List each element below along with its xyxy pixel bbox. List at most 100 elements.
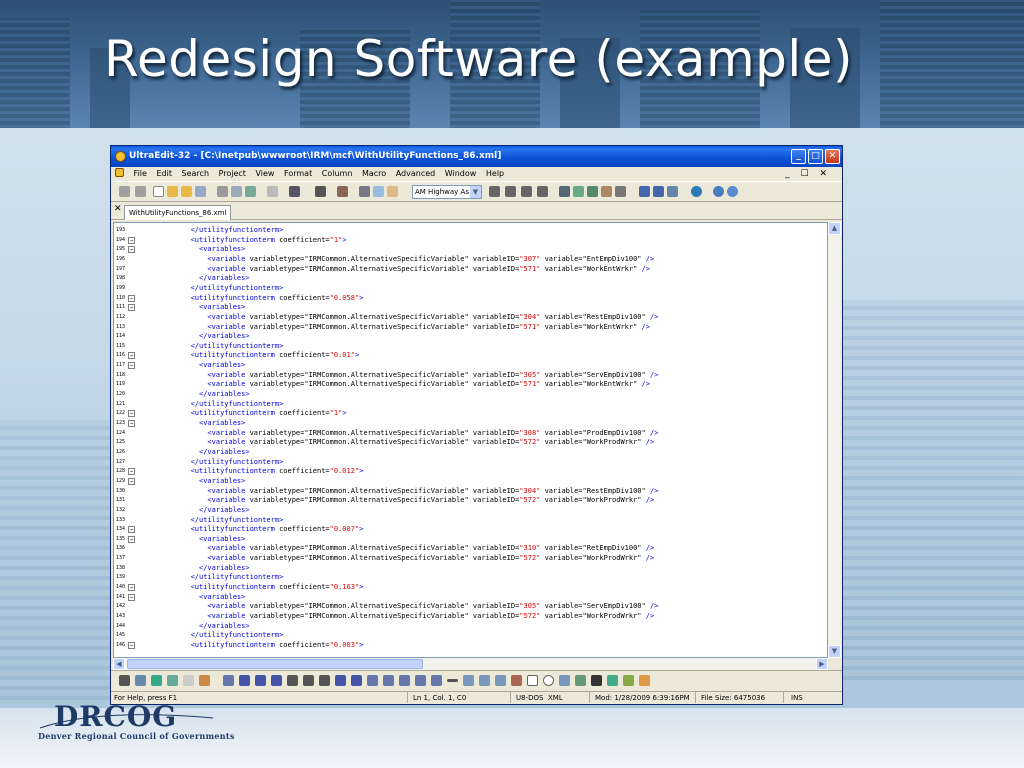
save-icon[interactable]: [195, 186, 206, 197]
fold-toggle-icon[interactable]: −: [128, 362, 135, 370]
radio-icon[interactable]: [543, 675, 554, 686]
fold-toggle-icon[interactable]: −: [128, 246, 135, 254]
menu-macro[interactable]: Macro: [362, 167, 386, 181]
code-line[interactable]: 122− <utilityfunctionterm coefficient="1…: [114, 409, 827, 419]
maximize-button[interactable]: □: [808, 149, 823, 164]
scroll-left-icon[interactable]: ◀: [113, 658, 125, 670]
hex-icon[interactable]: [337, 186, 348, 197]
find-in-files-icon[interactable]: [601, 186, 612, 197]
tools-icon[interactable]: [199, 675, 210, 686]
mdi-controls[interactable]: _ ☐ ✕: [785, 167, 831, 181]
cut-icon[interactable]: [359, 186, 370, 197]
browser-icon[interactable]: [691, 186, 702, 197]
code-line[interactable]: 135− <variables>: [114, 535, 827, 545]
underline-icon[interactable]: [271, 675, 282, 686]
page-setup-icon[interactable]: [245, 186, 256, 197]
code-line[interactable]: 193 </utilityfunctionterm>: [114, 226, 827, 236]
scroll-up-icon[interactable]: ▲: [828, 222, 841, 235]
code-line[interactable]: 113 <variable variabletype="IRMCommon.Al…: [114, 323, 827, 333]
menu-project[interactable]: Project: [219, 167, 246, 181]
print-preview-icon[interactable]: [231, 186, 242, 197]
code-line[interactable]: 131 <variable variabletype="IRMCommon.Al…: [114, 496, 827, 506]
code-line[interactable]: 126 </variables>: [114, 448, 827, 458]
checkbox-icon[interactable]: [527, 675, 538, 686]
menu-format[interactable]: Format: [284, 167, 312, 181]
code-line[interactable]: 195− <variables>: [114, 245, 827, 255]
heading-icon[interactable]: [351, 675, 362, 686]
output-window-icon[interactable]: [167, 675, 178, 686]
chevron-down-icon[interactable]: ▼: [470, 186, 481, 198]
format-icon[interactable]: [289, 186, 300, 197]
replace-icon[interactable]: [587, 186, 598, 197]
forward-icon[interactable]: [135, 186, 146, 197]
heading5-icon[interactable]: [415, 675, 426, 686]
code-line[interactable]: 112 <variable variabletype="IRMCommon.Al…: [114, 313, 827, 323]
document-icon[interactable]: [115, 168, 124, 177]
code-line[interactable]: 127 </utilityfunctionterm>: [114, 458, 827, 468]
document-list-icon[interactable]: [135, 675, 146, 686]
code-line[interactable]: 125 <variable variabletype="IRMCommon.Al…: [114, 438, 827, 448]
italic-icon[interactable]: [255, 675, 266, 686]
bullet-list-icon[interactable]: [303, 675, 314, 686]
code-line[interactable]: 199 </utilityfunctionterm>: [114, 284, 827, 294]
fold-toggle-icon[interactable]: −: [128, 236, 135, 244]
print-icon[interactable]: [217, 186, 228, 197]
menu-search[interactable]: Search: [182, 167, 209, 181]
fold-toggle-icon[interactable]: −: [128, 641, 135, 649]
close-tab-icon[interactable]: ✕: [114, 204, 122, 214]
code-line[interactable]: 144 </variables>: [114, 622, 827, 632]
form-icon[interactable]: [479, 675, 490, 686]
code-line[interactable]: 120 </variables>: [114, 390, 827, 400]
code-line[interactable]: 138 </variables>: [114, 564, 827, 574]
grid-icon[interactable]: [119, 675, 130, 686]
numbered-list-icon[interactable]: [319, 675, 330, 686]
justify-icon[interactable]: [537, 186, 548, 197]
timestamp-icon[interactable]: [183, 675, 194, 686]
copy-icon[interactable]: [373, 186, 384, 197]
code-line[interactable]: 117− <variables>: [114, 361, 827, 371]
heading2-icon[interactable]: [367, 675, 378, 686]
code-line[interactable]: 137 <variable variabletype="IRMCommon.Al…: [114, 554, 827, 564]
menu-help[interactable]: Help: [486, 167, 504, 181]
align-left-icon[interactable]: [489, 186, 500, 197]
fold-toggle-icon[interactable]: −: [128, 410, 135, 418]
link-icon[interactable]: [607, 675, 618, 686]
minimize-button[interactable]: _: [791, 149, 806, 164]
code-line[interactable]: 196 <variable variabletype="IRMCommon.Al…: [114, 255, 827, 265]
code-line[interactable]: 121 </utilityfunctionterm>: [114, 400, 827, 410]
color-icon[interactable]: [623, 675, 634, 686]
fold-toggle-icon[interactable]: −: [128, 468, 135, 476]
fold-toggle-icon[interactable]: −: [128, 352, 135, 360]
special-char-icon[interactable]: [639, 675, 650, 686]
paste-icon[interactable]: [387, 186, 398, 197]
window-title-bar[interactable]: UltraEdit-32 - [C:\Inetpub\wwwroot\IRM\m…: [111, 146, 842, 167]
goto-icon[interactable]: [615, 186, 626, 197]
code-line[interactable]: 124 <variable variabletype="IRMCommon.Al…: [114, 429, 827, 439]
fold-toggle-icon[interactable]: −: [128, 535, 135, 543]
heading3-icon[interactable]: [383, 675, 394, 686]
back-icon[interactable]: [119, 186, 130, 197]
code-line[interactable]: 146− <utilityfunctionterm coefficient="0…: [114, 641, 827, 651]
fold-toggle-icon[interactable]: −: [128, 593, 135, 601]
horizontal-rule-icon[interactable]: [447, 679, 458, 682]
help-icon[interactable]: [727, 186, 738, 197]
code-line[interactable]: 141− <variables>: [114, 593, 827, 603]
font-icon[interactable]: [335, 675, 346, 686]
align-right-icon[interactable]: [521, 186, 532, 197]
horizontal-scrollbar[interactable]: ◀ ▶: [113, 658, 828, 670]
code-editor[interactable]: 193 </utilityfunctionterm> 194− <utilityf…: [113, 222, 828, 658]
menu-view[interactable]: View: [255, 167, 274, 181]
code-line[interactable]: 128− <utilityfunctionterm coefficient="0…: [114, 467, 827, 477]
scroll-right-icon[interactable]: ▶: [816, 658, 828, 670]
new-file-icon[interactable]: [153, 186, 164, 197]
paragraph-icon[interactable]: [287, 675, 298, 686]
code-line[interactable]: 123− <variables>: [114, 419, 827, 429]
code-line[interactable]: 110− <utilityfunctionterm coefficient="0…: [114, 294, 827, 304]
scroll-down-icon[interactable]: ▼: [828, 645, 841, 658]
menu-file[interactable]: File: [134, 167, 147, 181]
button-icon[interactable]: [559, 675, 570, 686]
code-line[interactable]: 194− <utilityfunctionterm coefficient="1…: [114, 236, 827, 246]
code-line[interactable]: 145 </utilityfunctionterm>: [114, 631, 827, 641]
code-line[interactable]: 129− <variables>: [114, 477, 827, 487]
code-line[interactable]: 134− <utilityfunctionterm coefficient="0…: [114, 525, 827, 535]
